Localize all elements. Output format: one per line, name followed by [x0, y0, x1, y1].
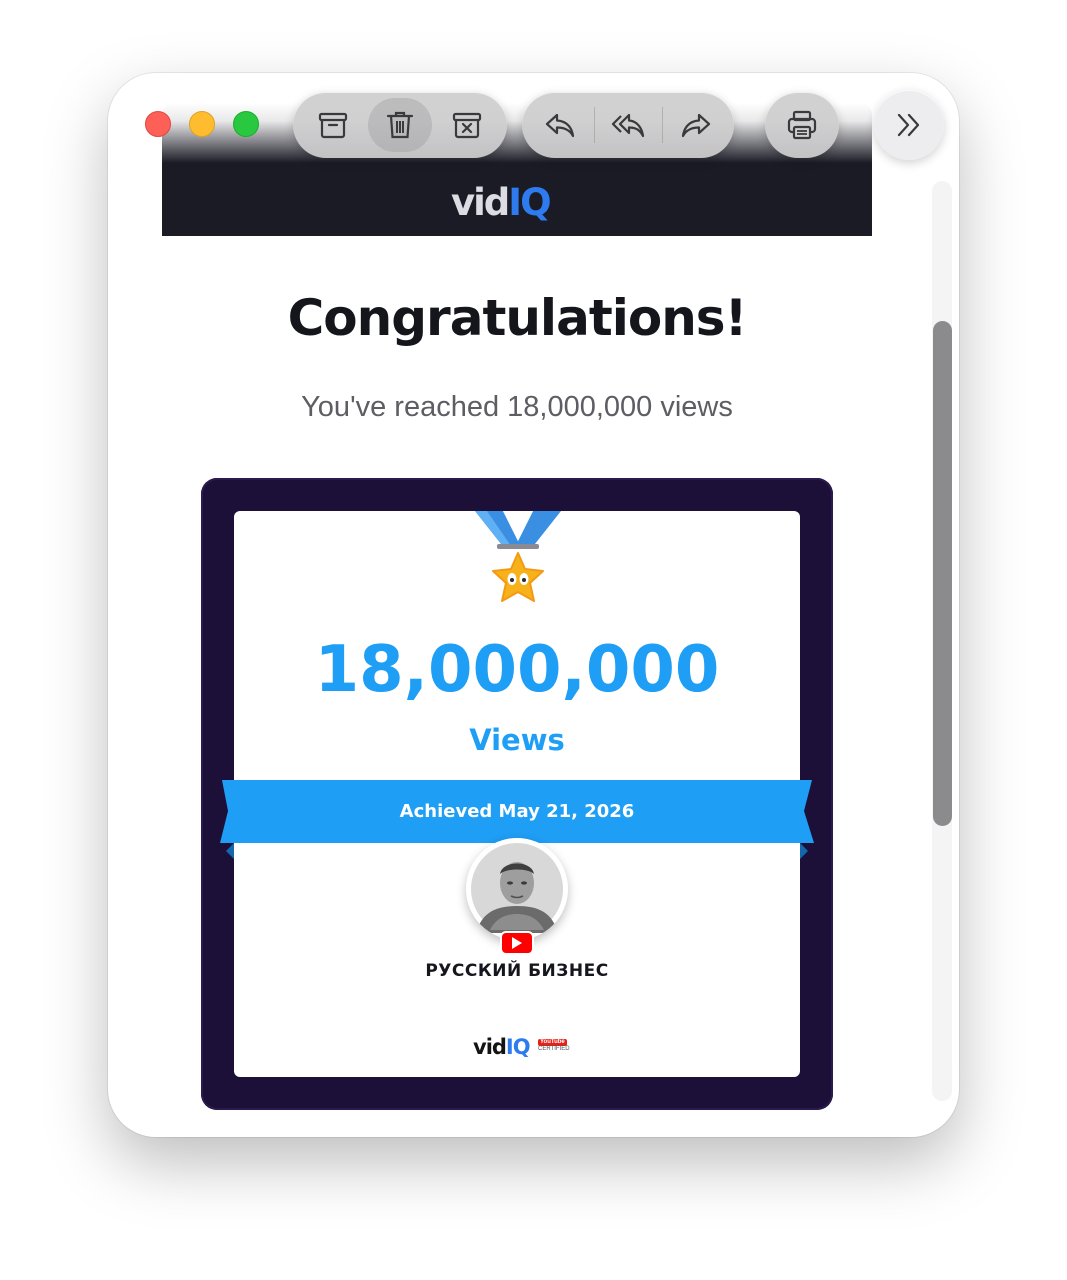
archive-button[interactable]: [301, 98, 365, 152]
message-actions-group: [293, 92, 507, 158]
email-subtitle: You've reached 18,000,000 views: [301, 391, 733, 423]
channel-avatar: [466, 838, 568, 940]
forward-icon: [681, 113, 711, 138]
scrollbar-thumb[interactable]: [933, 321, 952, 826]
chevrons-right-icon: [897, 113, 920, 137]
vidiq-footer-logo: vidIQ: [473, 1035, 531, 1059]
archive-icon: [318, 112, 348, 139]
toolbar-separator: [593, 107, 595, 143]
youtube-icon: [500, 931, 534, 955]
minimize-window-button[interactable]: [189, 111, 215, 137]
reply-button[interactable]: [528, 98, 592, 152]
medal-icon: [475, 511, 561, 602]
youtube-certified-badge: YouTube CERTIFIED: [538, 1039, 570, 1052]
delete-button[interactable]: [368, 98, 432, 152]
channel-name: РУССКИЙ БИЗНЕС: [425, 961, 609, 981]
more-toolbar-items-button[interactable]: [874, 90, 944, 160]
reply-icon: [545, 113, 575, 138]
trash-icon: [386, 111, 414, 139]
reply-actions-group: [522, 92, 734, 158]
toolbar-separator: [661, 107, 663, 143]
achieved-date: Achieved May 21, 2026: [399, 801, 635, 822]
print-group: [765, 92, 839, 158]
print-button[interactable]: [770, 98, 834, 152]
email-title: Congratulations!: [287, 289, 748, 347]
zoom-window-button[interactable]: [233, 111, 259, 137]
forward-button[interactable]: [664, 98, 728, 152]
views-count: 18,000,000: [314, 633, 720, 707]
junk-icon: [452, 112, 482, 139]
junk-button[interactable]: [435, 98, 499, 152]
reply-all-icon: [611, 113, 645, 138]
reply-all-button[interactable]: [596, 98, 660, 152]
avatar-photo: [466, 838, 568, 940]
vidiq-logo: vidIQ: [451, 181, 552, 224]
mail-window: vidIQ Congratulations! You've reached 18…: [108, 73, 959, 1137]
close-window-button[interactable]: [145, 111, 171, 137]
print-icon: [787, 110, 817, 140]
views-label: Views: [469, 723, 565, 757]
